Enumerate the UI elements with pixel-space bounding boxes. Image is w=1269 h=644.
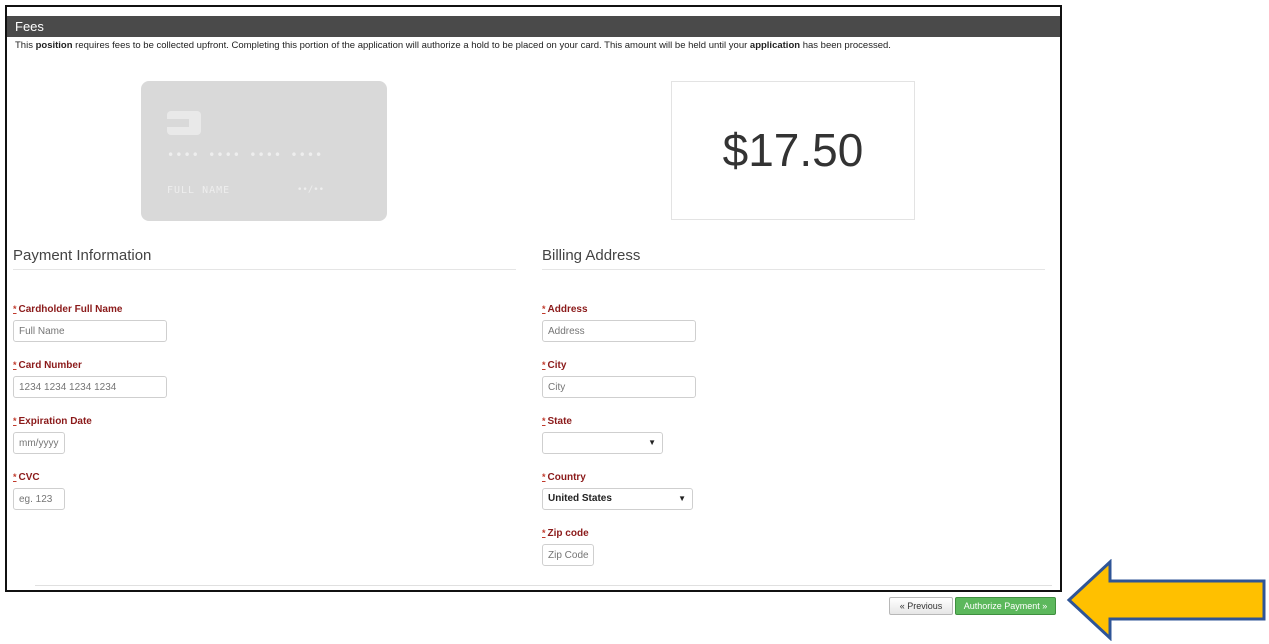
city-label: * City: [542, 360, 567, 371]
form-footer-divider: [35, 585, 1052, 586]
state-select[interactable]: ▼: [542, 432, 663, 454]
zip-code-label: * Zip code: [542, 528, 589, 539]
expiration-date-label: * Expiration Date: [13, 416, 92, 427]
previous-button[interactable]: « Previous: [889, 597, 953, 615]
credit-card-preview: •••• •••• •••• •••• FULL NAME ••/••: [141, 81, 387, 221]
chevron-down-icon: ▼: [678, 494, 686, 503]
card-preview-expiry: ••/••: [297, 185, 325, 195]
card-preview-name: FULL NAME: [167, 185, 231, 196]
address-label: * Address: [542, 304, 588, 315]
fees-header: Fees: [7, 16, 1060, 37]
billing-section-divider: [542, 269, 1045, 270]
address-input[interactable]: [542, 320, 696, 342]
card-number-label: * Card Number: [13, 360, 82, 371]
expiration-date-input[interactable]: [13, 432, 65, 454]
card-chip-icon: [167, 111, 201, 135]
cvc-label: * CVC: [13, 472, 40, 483]
cvc-input[interactable]: [13, 488, 65, 510]
left-arrow-icon: [1066, 559, 1266, 641]
cardholder-name-label: * Cardholder Full Name: [13, 304, 123, 315]
country-select[interactable]: United States ▼: [542, 488, 693, 510]
city-input[interactable]: [542, 376, 696, 398]
card-number-input[interactable]: [13, 376, 167, 398]
payment-section-title: Payment Information: [13, 247, 152, 264]
fees-panel: Fees This position requires fees to be c…: [5, 5, 1062, 592]
billing-section-title: Billing Address: [542, 247, 641, 264]
chevron-down-icon: ▼: [648, 438, 656, 447]
card-preview-number: •••• •••• •••• ••••: [167, 148, 324, 162]
country-label: * Country: [542, 472, 586, 483]
fee-amount: $17.50: [671, 81, 915, 220]
state-label: * State: [542, 416, 572, 427]
intro-text: This position requires fees to be collec…: [15, 40, 891, 51]
cardholder-name-input[interactable]: [13, 320, 167, 342]
country-select-value: United States: [548, 493, 612, 504]
zip-code-input[interactable]: [542, 544, 594, 566]
authorize-payment-button[interactable]: Authorize Payment »: [955, 597, 1056, 615]
payment-section-divider: [13, 269, 516, 270]
